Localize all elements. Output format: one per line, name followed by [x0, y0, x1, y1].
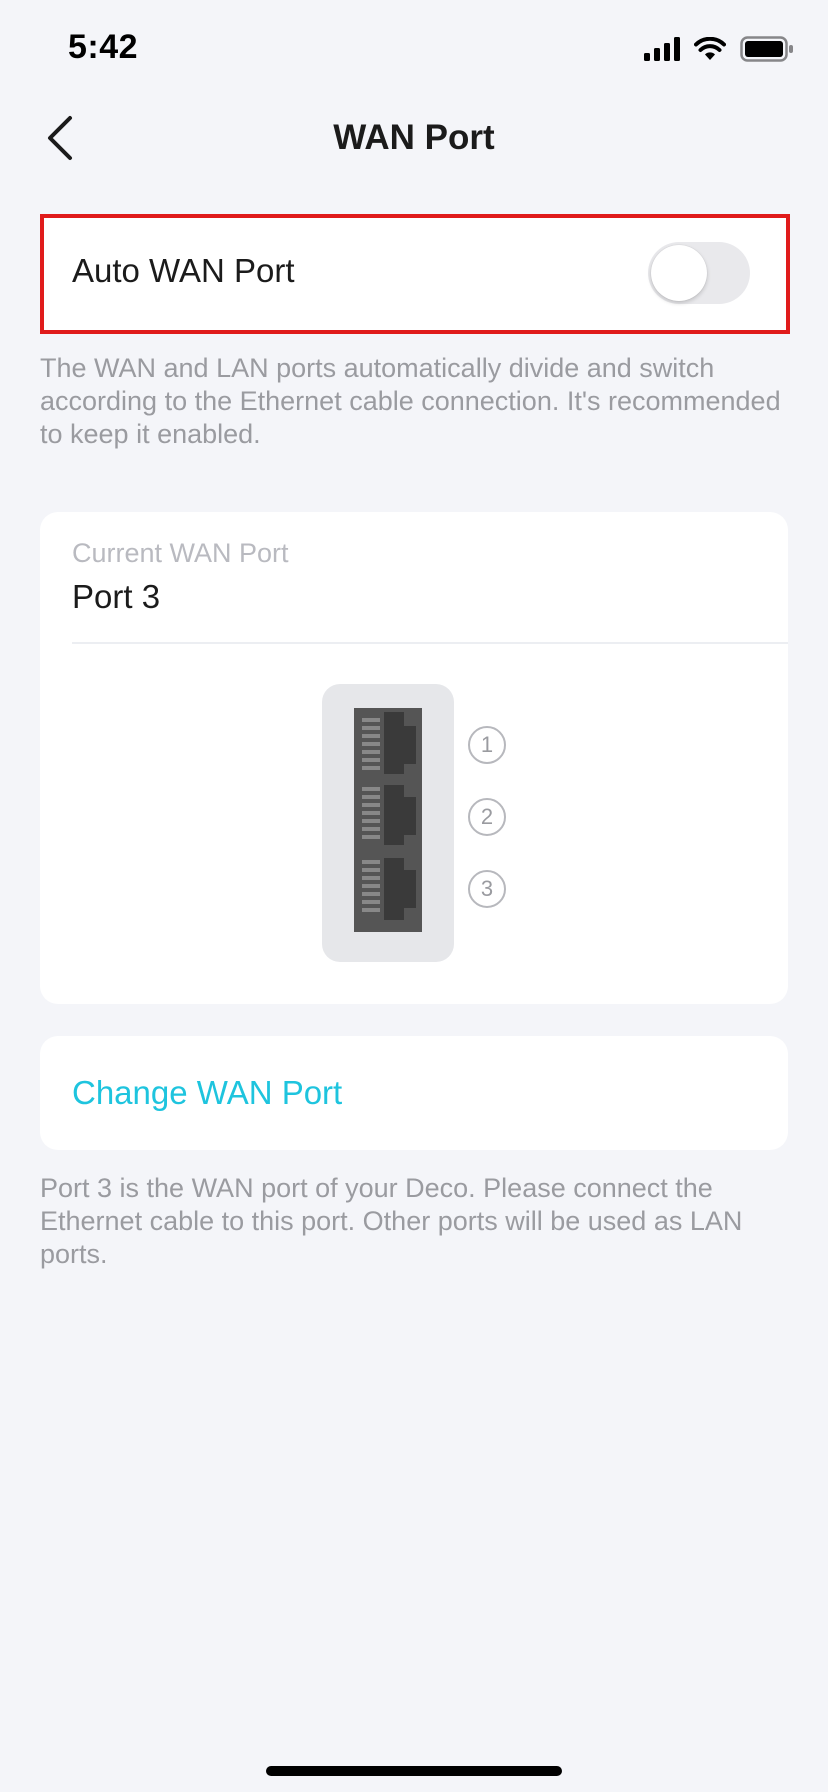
port-number-2: 2 — [468, 798, 506, 836]
toggle-knob — [651, 245, 707, 301]
page-title: WAN Port — [333, 118, 495, 157]
change-wan-label: Change WAN Port — [72, 1074, 343, 1111]
divider — [72, 642, 788, 644]
current-wan-label: Current WAN Port — [72, 538, 289, 568]
ethernet-port-3-icon — [362, 858, 416, 920]
ethernet-port-2-icon — [362, 785, 416, 845]
auto-wan-card: Auto WAN Port — [40, 214, 790, 334]
home-indicator[interactable] — [266, 1766, 562, 1776]
change-wan-button[interactable]: Change WAN Port — [40, 1036, 788, 1150]
signal-icon — [644, 37, 680, 61]
current-wan-value: Port 3 — [72, 578, 161, 615]
port-number-3: 3 — [468, 870, 506, 908]
ethernet-ports-block — [354, 708, 422, 932]
wifi-icon — [694, 37, 726, 60]
battery-icon — [740, 36, 793, 62]
auto-wan-toggle[interactable] — [648, 242, 750, 304]
ethernet-ports-icon — [354, 708, 422, 920]
device-illustration — [322, 684, 454, 962]
ethernet-port-1-icon — [354, 708, 422, 778]
auto-wan-description: The WAN and LAN ports automatically divi… — [40, 353, 781, 449]
auto-wan-label: Auto WAN Port — [72, 252, 295, 289]
change-wan-note: Port 3 is the WAN port of your Deco. Ple… — [40, 1173, 743, 1269]
status-time: 5:42 — [68, 28, 139, 66]
port-number-1: 1 — [468, 726, 506, 764]
status-icons — [644, 34, 794, 64]
current-wan-card: Current WAN Port Port 3 1 2 3 — [40, 512, 788, 1004]
